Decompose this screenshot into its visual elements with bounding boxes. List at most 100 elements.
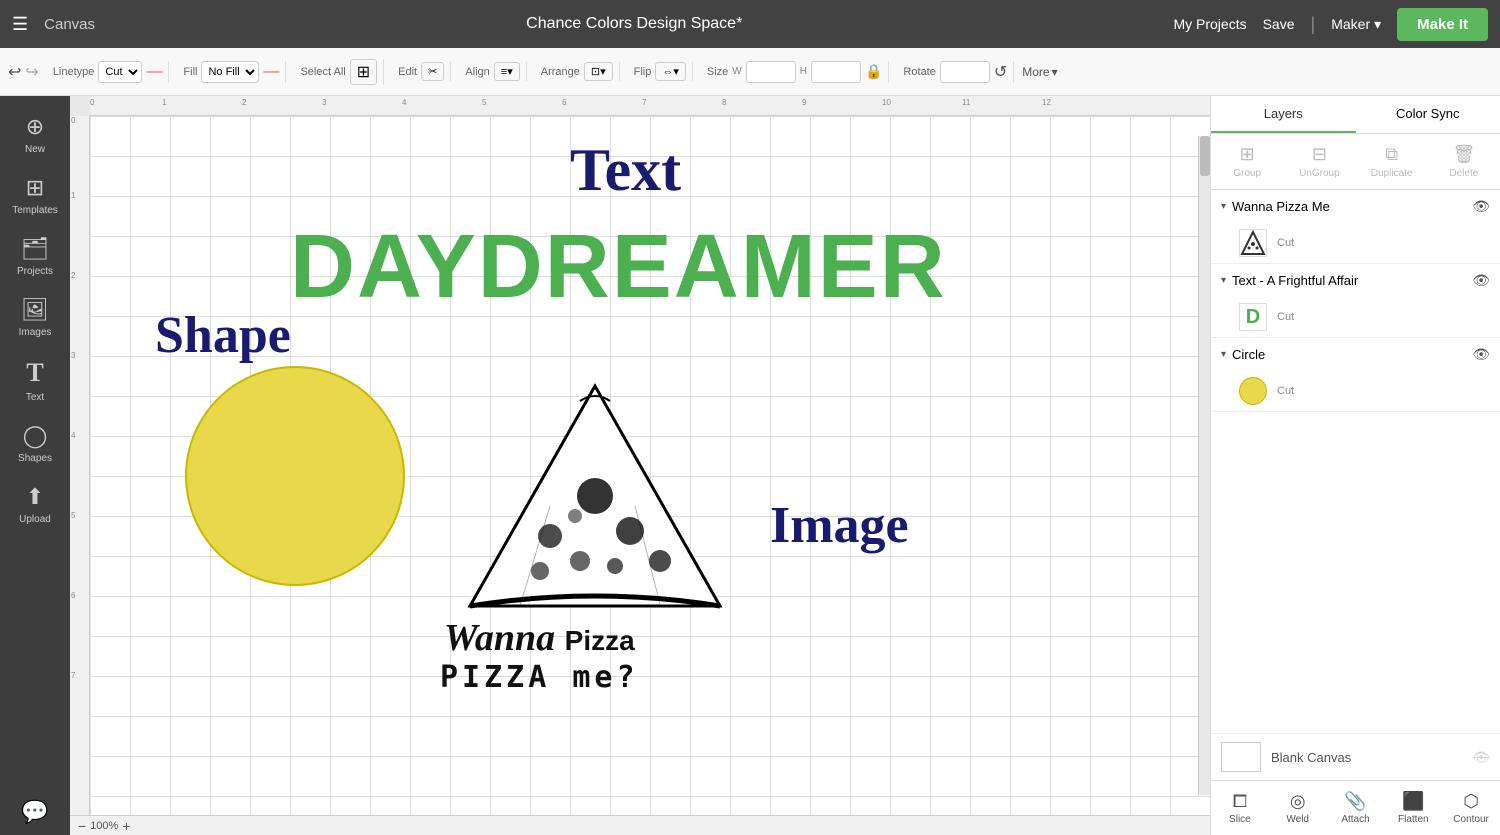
sidebar-item-images[interactable]: 🖼 Images — [0, 287, 70, 348]
sidebar-item-projects[interactable]: 🗂 Projects — [0, 226, 70, 287]
sidebar-item-templates[interactable]: ⊞ Templates — [0, 165, 70, 226]
layer-group-header-circle[interactable]: ▾ Circle 👁 — [1211, 338, 1500, 371]
layer-item-circle-cut[interactable]: Cut — [1211, 371, 1500, 411]
ruler-mark-0: 0 — [90, 98, 94, 107]
layer-visibility-circle[interactable]: 👁 — [1472, 346, 1490, 363]
redo-button[interactable]: ↪ — [25, 62, 38, 82]
layer-group-header-wanna-pizza[interactable]: ▾ Wanna Pizza Me 👁 — [1211, 190, 1500, 223]
layer-visibility-frightful[interactable]: 👁 — [1472, 272, 1490, 289]
sidebar-item-upload[interactable]: ⬆ Upload — [0, 474, 70, 535]
circle-cut-label: Cut — [1277, 385, 1294, 397]
layers-action-bar: ⊞ Group ⊟ UnGroup ⧉ Duplicate 🗑 Delete — [1211, 134, 1500, 190]
sidebar-item-text[interactable]: T Text — [0, 348, 70, 413]
duplicate-button[interactable]: ⧉ Duplicate — [1356, 138, 1428, 185]
canvas-pizza-element[interactable] — [460, 376, 730, 631]
my-projects-button[interactable]: My Projects — [1173, 16, 1246, 32]
tab-color-sync[interactable]: Color Sync — [1356, 96, 1500, 133]
fill-select[interactable]: No Fill — [201, 61, 259, 83]
expand-arrow-frightful: ▾ — [1221, 275, 1226, 286]
height-input[interactable] — [811, 61, 861, 83]
slice-button[interactable]: ⧠ Slice — [1211, 785, 1269, 831]
zoom-value: 100% — [90, 820, 118, 832]
sidebar-item-new[interactable]: ⊕ New — [0, 104, 70, 165]
layer-group-name-wanna-pizza: Wanna Pizza Me — [1232, 199, 1330, 214]
canvas-daydreamer-element[interactable]: DAYDREAMER — [290, 216, 947, 319]
rotate-group: Rotate ↺ — [897, 61, 1014, 83]
width-input[interactable] — [746, 61, 796, 83]
tab-layers[interactable]: Layers — [1211, 96, 1356, 133]
layers-list: ▾ Wanna Pizza Me 👁 — [1211, 190, 1500, 733]
arrange-button[interactable]: ⊡▾ — [584, 62, 613, 81]
undo-button[interactable]: ↩ — [8, 62, 21, 82]
ruler-left: 0 1 2 3 4 5 6 7 — [70, 116, 90, 815]
layer-item-text-d-cut[interactable]: D Cut — [1211, 297, 1500, 337]
maker-button[interactable]: Maker ▾ — [1331, 16, 1381, 33]
zoom-out-button[interactable]: − — [78, 818, 86, 834]
ruler-left-0: 0 — [71, 116, 75, 125]
pizza-mini-svg — [1240, 230, 1266, 256]
sidebar-label-images: Images — [19, 327, 52, 338]
edit-label: Edit — [398, 66, 417, 78]
attach-button[interactable]: 📎 Attach — [1327, 785, 1385, 831]
ruler-mark-7: 7 — [642, 98, 646, 107]
layer-group-name-circle: Circle — [1232, 347, 1265, 362]
lock-proportions-icon[interactable]: 🔒 — [865, 63, 882, 80]
text-d-cut-label: Cut — [1277, 311, 1294, 323]
ungroup-icon: ⊟ — [1312, 144, 1327, 165]
chat-item[interactable]: 💬 — [21, 799, 48, 835]
layer-item-pizza-cut[interactable]: Cut — [1211, 223, 1500, 263]
shapes-icon: ◯ — [23, 423, 48, 449]
canvas-grid[interactable]: Text DAYDREAMER Shape Image — [90, 116, 1210, 815]
sidebar-item-shapes[interactable]: ◯ Shapes — [0, 413, 70, 474]
align-button[interactable]: ≡▾ — [494, 62, 520, 81]
contour-button[interactable]: ⬡ Contour — [1442, 785, 1500, 831]
weld-icon: ◎ — [1290, 791, 1306, 812]
ungroup-button[interactable]: ⊟ UnGroup — [1283, 138, 1355, 185]
scrollbar-thumb[interactable] — [1200, 136, 1210, 176]
canvas-shape-element[interactable]: Shape — [155, 306, 291, 365]
ruler-left-6: 6 — [71, 591, 75, 600]
flatten-button[interactable]: ⬛ Flatten — [1384, 785, 1442, 831]
rotate-label: Rotate — [903, 66, 935, 78]
rotate-icon[interactable]: ↺ — [994, 62, 1007, 82]
save-button[interactable]: Save — [1263, 16, 1295, 32]
layer-group-header-frightful[interactable]: ▾ Text - A Frightful Affair 👁 — [1211, 264, 1500, 297]
rotate-input[interactable] — [940, 61, 990, 83]
right-panel: Layers Color Sync ⊞ Group ⊟ UnGroup ⧉ Du… — [1210, 96, 1500, 835]
canvas-text-element[interactable]: Text — [570, 136, 681, 205]
arrange-group: Arrange ⊡▾ — [535, 62, 620, 81]
more-button[interactable]: More ▾ — [1022, 65, 1057, 79]
canvas-image-element[interactable]: Image — [770, 496, 909, 555]
ruler-left-7: 7 — [71, 671, 75, 680]
delete-button[interactable]: 🗑 Delete — [1428, 138, 1500, 185]
ruler-mark-5: 5 — [482, 98, 486, 107]
linetype-group: Linetype Cut — — [47, 61, 170, 83]
expand-arrow-circle: ▾ — [1221, 349, 1226, 360]
select-all-button[interactable]: ⊞ — [350, 59, 377, 85]
canvas-circle-element[interactable] — [185, 366, 405, 586]
new-icon: ⊕ — [26, 114, 44, 140]
edit-button[interactable]: ✂ — [421, 62, 444, 81]
fill-group: Fill No Fill — — [177, 61, 286, 83]
sidebar-label-new: New — [25, 144, 45, 155]
expand-arrow-wanna-pizza: ▾ — [1221, 201, 1226, 212]
layer-group-name-frightful: Text - A Frightful Affair — [1232, 273, 1358, 288]
group-button[interactable]: ⊞ Group — [1211, 138, 1283, 185]
layer-visibility-wanna-pizza[interactable]: 👁 — [1472, 198, 1490, 215]
make-it-button[interactable]: Make It — [1397, 8, 1488, 41]
weld-button[interactable]: ◎ Weld — [1269, 785, 1327, 831]
vertical-scrollbar[interactable] — [1198, 136, 1210, 795]
flip-button[interactable]: ⇔▾ — [655, 62, 686, 81]
upload-icon: ⬆ — [26, 484, 44, 510]
ruler-mark-2: 2 — [242, 98, 246, 107]
templates-icon: ⊞ — [26, 175, 44, 201]
canvas-wanna-pizza-text[interactable]: Wanna Pizza PIZZA me? — [440, 616, 639, 695]
linetype-select[interactable]: Cut — [98, 61, 142, 83]
blank-canvas-thumbnail — [1221, 742, 1261, 772]
blank-canvas-eye[interactable]: 👁 — [1472, 749, 1490, 766]
zoom-in-button[interactable]: + — [122, 818, 130, 834]
text-icon: T — [26, 358, 43, 388]
ruler-mark-8: 8 — [722, 98, 726, 107]
hamburger-icon[interactable]: ☰ — [12, 14, 28, 35]
size-label: Size — [707, 66, 728, 78]
